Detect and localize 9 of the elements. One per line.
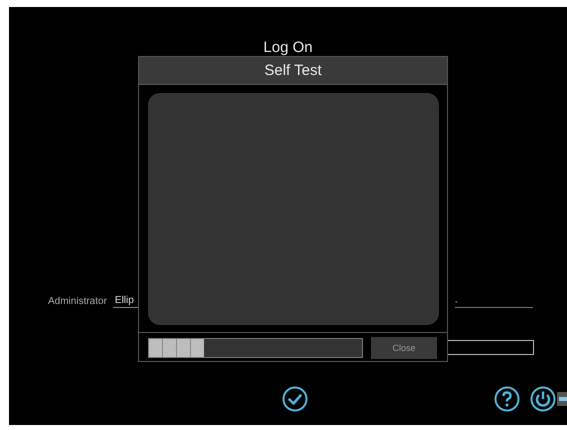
keyboard-icon[interactable] <box>557 392 567 406</box>
help-icon[interactable] <box>494 386 520 412</box>
dialog-title: Self Test <box>139 57 447 85</box>
input-field[interactable]: - <box>455 297 533 308</box>
power-icon[interactable] <box>530 386 556 412</box>
close-button[interactable]: Close <box>371 337 437 359</box>
user-label: Administrator <box>48 296 107 308</box>
screen-title: Log On <box>262 38 314 58</box>
checkmark-icon[interactable] <box>282 386 308 412</box>
